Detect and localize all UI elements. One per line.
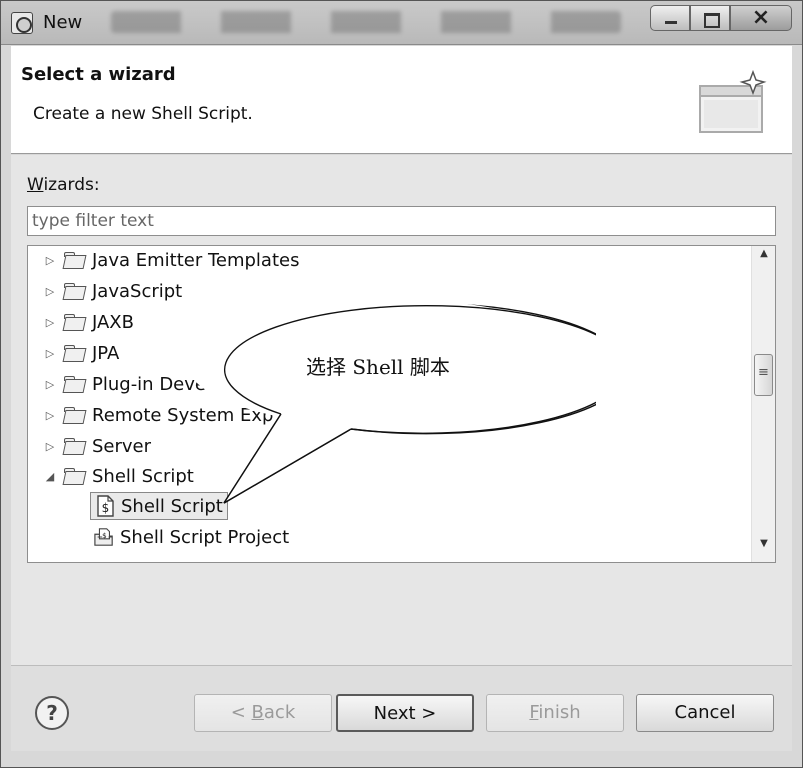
tree-item-label: Remote System Exp xyxy=(92,404,274,426)
new-wizard-banner-icon xyxy=(699,69,767,133)
tree-item-label: Plug-in Deve xyxy=(92,373,206,395)
folder-icon xyxy=(64,252,86,268)
back-label-prefix: < xyxy=(230,702,252,723)
folder-icon xyxy=(64,376,86,392)
folder-icon xyxy=(64,283,86,299)
selected-item-highlight: $ Shell Script xyxy=(90,492,228,520)
wizard-body: Wizards: ▷ Java Emitter Templates ▷ Java… xyxy=(11,155,792,665)
expand-arrow-icon[interactable]: ▷ xyxy=(40,285,60,298)
tree-scrollbar[interactable]: ▲ ▼ xyxy=(751,246,775,562)
finish-label-rest: inish xyxy=(538,702,581,723)
tree-item-javascript[interactable]: ▷ JavaScript xyxy=(40,277,182,305)
shell-script-icon: $ xyxy=(97,495,114,517)
scroll-down-arrow-icon[interactable]: ▼ xyxy=(752,538,775,560)
wizards-label-mnemonic: W xyxy=(27,175,44,195)
tree-item-label: JavaScript xyxy=(92,280,183,302)
blurred-background-tabs xyxy=(111,11,621,33)
tree-item-remote-system-explorer[interactable]: ▷ Remote System Exp xyxy=(40,401,274,429)
folder-icon xyxy=(64,314,86,330)
collapse-arrow-icon[interactable]: ◢ xyxy=(40,470,60,483)
tree-item-plug-in-development[interactable]: ▷ Plug-in Deve xyxy=(40,370,206,398)
folder-icon xyxy=(64,345,86,361)
expand-arrow-icon[interactable]: ▷ xyxy=(40,347,60,360)
tree-item-label: Java Emitter Templates xyxy=(92,249,300,271)
eclipse-app-icon xyxy=(11,12,33,34)
button-bar: ? < Back Next > Finish Cancel xyxy=(11,665,792,751)
title-bar: New xyxy=(1,1,802,45)
tree-item-label: JPA xyxy=(92,342,120,364)
cancel-button[interactable]: Cancel xyxy=(636,694,774,732)
tree-item-jpa[interactable]: ▷ JPA xyxy=(40,339,120,367)
expand-arrow-icon[interactable]: ▷ xyxy=(40,409,60,422)
close-button[interactable] xyxy=(730,5,792,31)
next-button[interactable]: Next > xyxy=(336,694,474,732)
back-button[interactable]: < Back xyxy=(194,694,332,732)
expand-arrow-icon[interactable]: ▷ xyxy=(40,378,60,391)
tree-item-shell-script[interactable]: $ Shell Script xyxy=(90,492,228,520)
tree-item-label: Shell Script xyxy=(121,495,223,517)
new-wizard-dialog: New Select a wizard Create a new Shell S… xyxy=(0,0,803,768)
callout-text: 选择 Shell 脚本 xyxy=(306,355,450,379)
tree-item-label: JAXB xyxy=(92,311,134,333)
expand-arrow-icon[interactable]: ▷ xyxy=(40,440,60,453)
scroll-thumb[interactable] xyxy=(754,354,773,396)
back-label-mnemonic: B xyxy=(251,702,264,723)
tree-item-label: Shell Script Project xyxy=(120,526,290,548)
page-description: Create a new Shell Script. xyxy=(33,104,253,124)
window-controls xyxy=(650,5,792,31)
tree-item-shell-script-project[interactable]: $ Shell Script Project xyxy=(94,523,289,551)
folder-icon xyxy=(64,407,86,423)
maximize-button[interactable] xyxy=(690,5,730,31)
wizards-label-rest: izards: xyxy=(43,175,100,195)
scroll-up-arrow-icon[interactable]: ▲ xyxy=(752,248,775,270)
tree-item-java-emitter-templates[interactable]: ▷ Java Emitter Templates xyxy=(40,246,300,274)
tree-item-label: Shell Script xyxy=(92,465,194,487)
page-title: Select a wizard xyxy=(21,64,176,85)
help-icon[interactable]: ? xyxy=(35,696,69,730)
tree-item-label: Server xyxy=(92,435,152,457)
back-label-rest: ack xyxy=(263,702,296,723)
svg-text:$: $ xyxy=(102,501,110,515)
tree-item-jaxb[interactable]: ▷ JAXB xyxy=(40,308,134,336)
tree-item-server[interactable]: ▷ Server xyxy=(40,432,151,460)
svg-text:$: $ xyxy=(102,531,107,540)
filter-input[interactable] xyxy=(27,206,776,236)
folder-icon xyxy=(64,438,86,454)
expand-arrow-icon[interactable]: ▷ xyxy=(40,254,60,267)
wizard-tree: ▷ Java Emitter Templates ▷ JavaScript ▷ … xyxy=(27,245,776,563)
wizards-label: Wizards: xyxy=(27,175,100,195)
wizard-header: Select a wizard Create a new Shell Scrip… xyxy=(11,46,792,154)
tree-item-shell-script-folder[interactable]: ◢ Shell Script xyxy=(40,462,194,490)
finish-button[interactable]: Finish xyxy=(486,694,624,732)
window-title: New xyxy=(43,12,83,33)
minimize-button[interactable] xyxy=(650,5,690,31)
shell-project-icon: $ xyxy=(94,528,113,546)
expand-arrow-icon[interactable]: ▷ xyxy=(40,316,60,329)
open-folder-icon xyxy=(64,468,86,484)
